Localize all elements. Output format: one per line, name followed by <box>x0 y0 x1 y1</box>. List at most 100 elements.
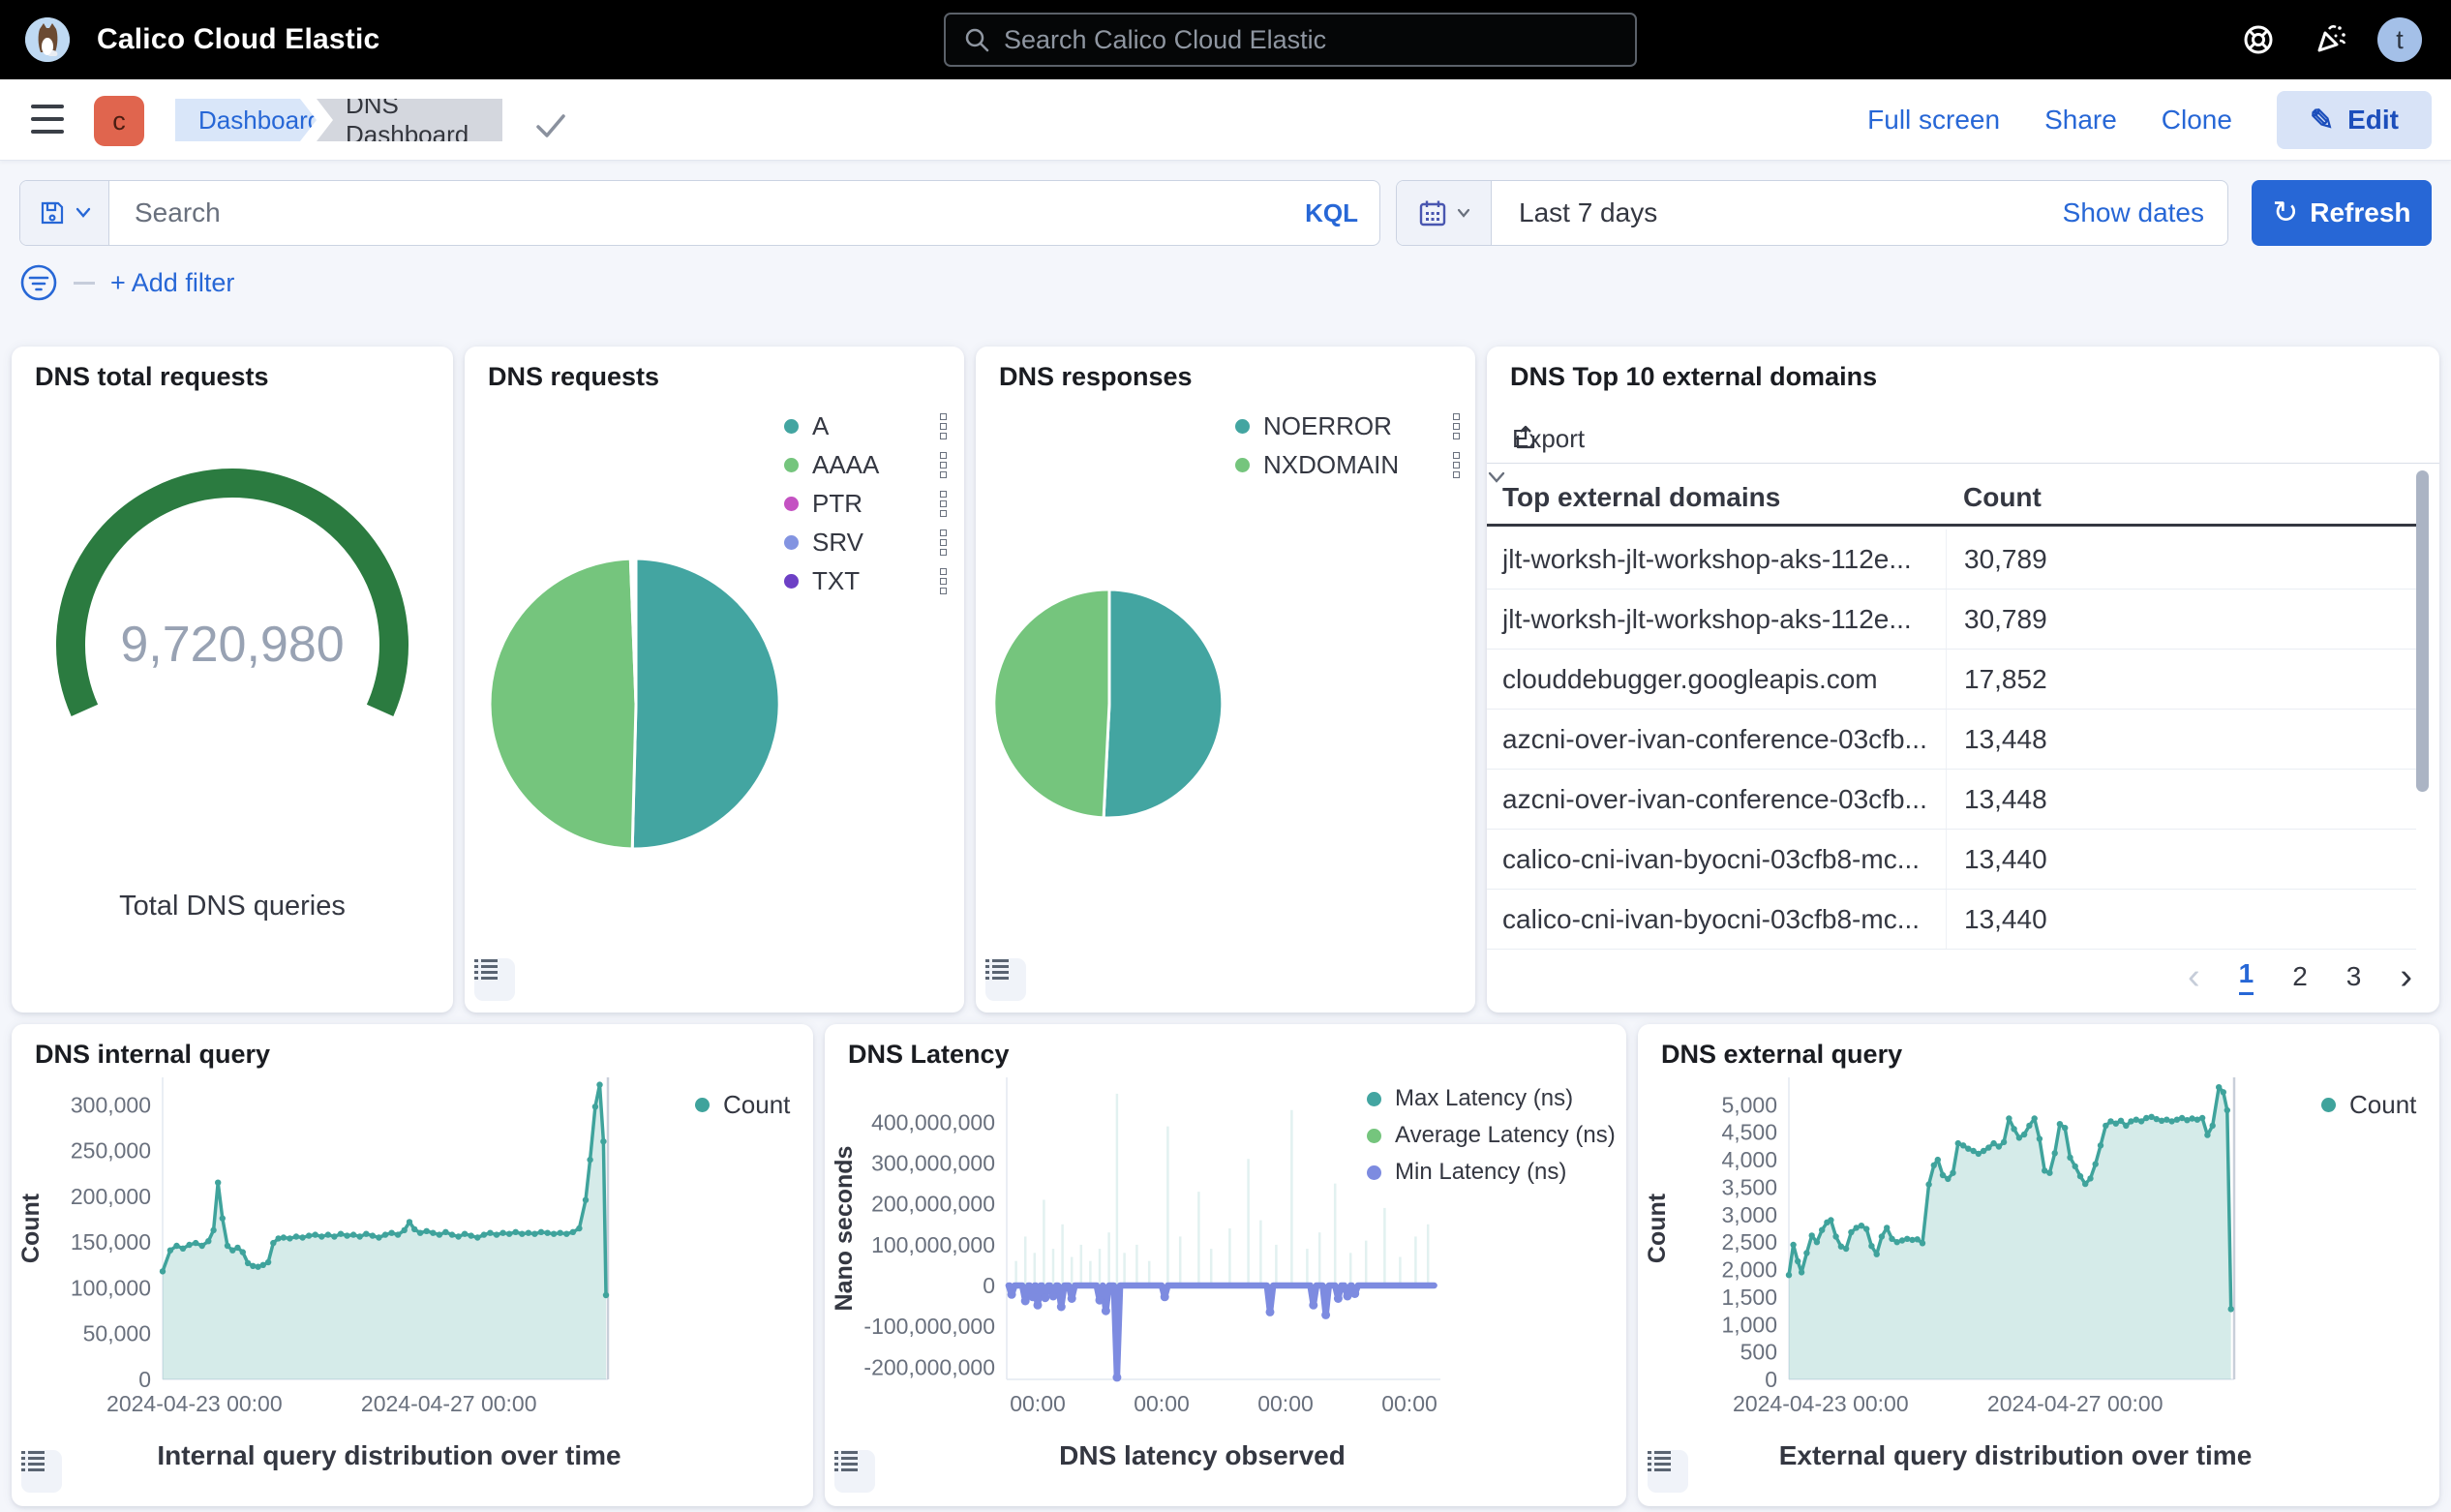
svg-text:00:00: 00:00 <box>1381 1391 1437 1416</box>
legend-action-icon[interactable] <box>934 568 947 594</box>
edit-button-label: Edit <box>2347 105 2399 136</box>
pagination-page-2[interactable]: 2 <box>2292 961 2308 992</box>
legend-label: PTR <box>812 489 921 519</box>
cell-count: 13,448 <box>1946 770 2416 829</box>
internal-query-chart[interactable]: 050,000100,000150,000200,000250,000300,0… <box>12 1024 813 1506</box>
calendar-icon <box>1418 198 1447 227</box>
legend-item[interactable]: Count <box>695 1086 790 1123</box>
legend-item[interactable]: Average Latency (ns) <box>1367 1117 1616 1154</box>
legend-action-icon[interactable] <box>1447 452 1460 478</box>
legend-item[interactable]: SRV <box>784 523 947 561</box>
time-range-picker[interactable]: Last 7 days Show dates <box>1396 180 2228 246</box>
pencil-icon: ✎ <box>2310 104 2334 137</box>
legend-action-icon[interactable] <box>934 491 947 517</box>
chart-caption: DNS latency observed <box>912 1440 1493 1471</box>
legend-dot-icon <box>1235 419 1250 434</box>
svg-text:250,000: 250,000 <box>71 1138 151 1164</box>
panel-list-icon[interactable] <box>834 1450 875 1493</box>
show-dates-button[interactable]: Show dates <box>2063 197 2227 228</box>
breadcrumb-dashboard[interactable]: Dashboard <box>175 99 317 141</box>
svg-text:4,500: 4,500 <box>1721 1120 1777 1145</box>
saved-query-menu[interactable] <box>20 181 109 245</box>
divider <box>1487 463 2439 464</box>
kql-button[interactable]: KQL <box>1305 198 1379 228</box>
calendar-menu[interactable] <box>1397 181 1492 245</box>
table-row[interactable]: azcni-over-ivan-conference-03cfb...13,44… <box>1487 710 2416 770</box>
table-row[interactable]: jlt-worksh-jlt-workshop-aks-112e...30,78… <box>1487 529 2416 590</box>
filter-divider <box>74 282 95 285</box>
legend-label: Min Latency (ns) <box>1395 1159 1616 1186</box>
svg-text:00:00: 00:00 <box>1257 1391 1314 1416</box>
pagination-page-3[interactable]: 3 <box>2346 961 2362 992</box>
whats-new-party-icon[interactable] <box>2310 19 2350 60</box>
legend-label: AAAA <box>812 450 921 480</box>
legend-item[interactable]: Max Latency (ns) <box>1367 1080 1616 1117</box>
column-header-domains[interactable]: Top external domains <box>1487 482 1946 513</box>
legend-dot-icon <box>784 458 799 472</box>
svg-text:2024-04-23 00:00: 2024-04-23 00:00 <box>1733 1391 1909 1416</box>
svg-text:2,500: 2,500 <box>1721 1229 1777 1255</box>
table-row[interactable]: jlt-worksh-jlt-workshop-aks-112e...30,78… <box>1487 590 2416 650</box>
menu-icon[interactable] <box>31 105 64 134</box>
share-button[interactable]: Share <box>2044 105 2117 136</box>
full-screen-button[interactable]: Full screen <box>1867 105 2000 136</box>
column-header-count[interactable]: Count <box>1946 482 2416 513</box>
legend-action-icon[interactable] <box>934 452 947 478</box>
add-filter-button[interactable]: + Add filter <box>110 268 234 298</box>
global-search-input[interactable]: Search Calico Cloud Elastic <box>944 13 1637 67</box>
legend-label: Count <box>2349 1090 2416 1120</box>
pagination-next-icon[interactable]: › <box>2400 958 2412 995</box>
panel-list-icon[interactable] <box>1648 1450 1688 1493</box>
legend-dot-icon <box>1367 1129 1381 1143</box>
table-row[interactable]: azcni-over-ivan-conference-03cfb...13,44… <box>1487 770 2416 830</box>
dns-requests-legend: AAAAAPTRSRVTXT <box>784 407 947 600</box>
legend-item[interactable]: PTR <box>784 484 947 523</box>
help-icon[interactable] <box>2238 19 2279 60</box>
breadcrumb-label: DNS Dashboard <box>346 90 485 150</box>
legend-item[interactable]: A <box>784 407 947 445</box>
user-avatar[interactable]: t <box>2377 17 2422 62</box>
legend-label: Count <box>723 1090 790 1120</box>
legend-item[interactable]: NOERROR <box>1235 407 1460 445</box>
panel-list-icon[interactable] <box>474 958 515 1001</box>
edit-button[interactable]: ✎ Edit <box>2277 91 2432 149</box>
dns-latency-legend: Max Latency (ns)Average Latency (ns) Min … <box>1367 1080 1616 1191</box>
table-header-row: Top external domains Count <box>1487 470 2416 527</box>
panel-dns-total-requests: DNS total requests 9,720,980 Total DNS q… <box>12 347 453 1013</box>
table-row[interactable]: calico-cni-ivan-byocni-03cfb8-mc...13,44… <box>1487 830 2416 890</box>
pagination-prev-icon[interactable]: ‹ <box>2188 958 2200 995</box>
refresh-button[interactable]: ↻ Refresh <box>2252 180 2432 246</box>
table-row[interactable]: calico-cni-ivan-byocni-03cfb8-mc...13,44… <box>1487 890 2416 950</box>
filter-icon[interactable] <box>19 263 58 302</box>
saved-check-icon <box>534 112 567 139</box>
panel-list-icon[interactable] <box>21 1450 62 1493</box>
space-badge[interactable]: c <box>94 96 144 146</box>
legend-action-icon[interactable] <box>934 413 947 439</box>
legend-item[interactable]: Count <box>2321 1086 2416 1123</box>
kql-search-input[interactable]: Search KQL <box>19 180 1380 246</box>
legend-dot-icon <box>784 497 799 511</box>
time-range-value[interactable]: Last 7 days <box>1492 197 2063 228</box>
legend-dot-icon <box>784 574 799 589</box>
legend-item[interactable]: AAAA <box>784 445 947 484</box>
legend-item[interactable]: NXDOMAIN <box>1235 445 1460 484</box>
cell-count: 13,440 <box>1946 830 2416 889</box>
legend-item[interactable]: Min Latency (ns) <box>1367 1154 1616 1191</box>
table-row[interactable]: clouddebugger.googleapis.com17,852 <box>1487 650 2416 710</box>
svg-text:2024-04-23 00:00: 2024-04-23 00:00 <box>106 1391 283 1416</box>
pagination-page-1[interactable]: 1 <box>2239 958 2254 995</box>
dns-responses-legend: NOERRORNXDOMAIN <box>1235 407 1460 484</box>
legend-action-icon[interactable] <box>934 529 947 556</box>
svg-text:-100,000,000: -100,000,000 <box>863 1314 995 1339</box>
legend-item[interactable]: TXT <box>784 561 947 600</box>
export-button[interactable]: Export <box>1512 424 1585 454</box>
clone-button[interactable]: Clone <box>2162 105 2232 136</box>
panel-list-icon[interactable] <box>985 958 1026 1001</box>
search-placeholder: Search <box>109 197 1305 228</box>
legend-action-icon[interactable] <box>1447 413 1460 439</box>
table-scrollbar[interactable] <box>2416 470 2429 792</box>
svg-text:200,000: 200,000 <box>71 1184 151 1209</box>
external-query-chart[interactable]: 05001,0001,5002,0002,5003,0003,5004,0004… <box>1638 1024 2439 1506</box>
column-label: Top external domains <box>1502 482 1780 513</box>
breadcrumb-dns-dashboard[interactable]: DNS Dashboard <box>317 99 502 141</box>
